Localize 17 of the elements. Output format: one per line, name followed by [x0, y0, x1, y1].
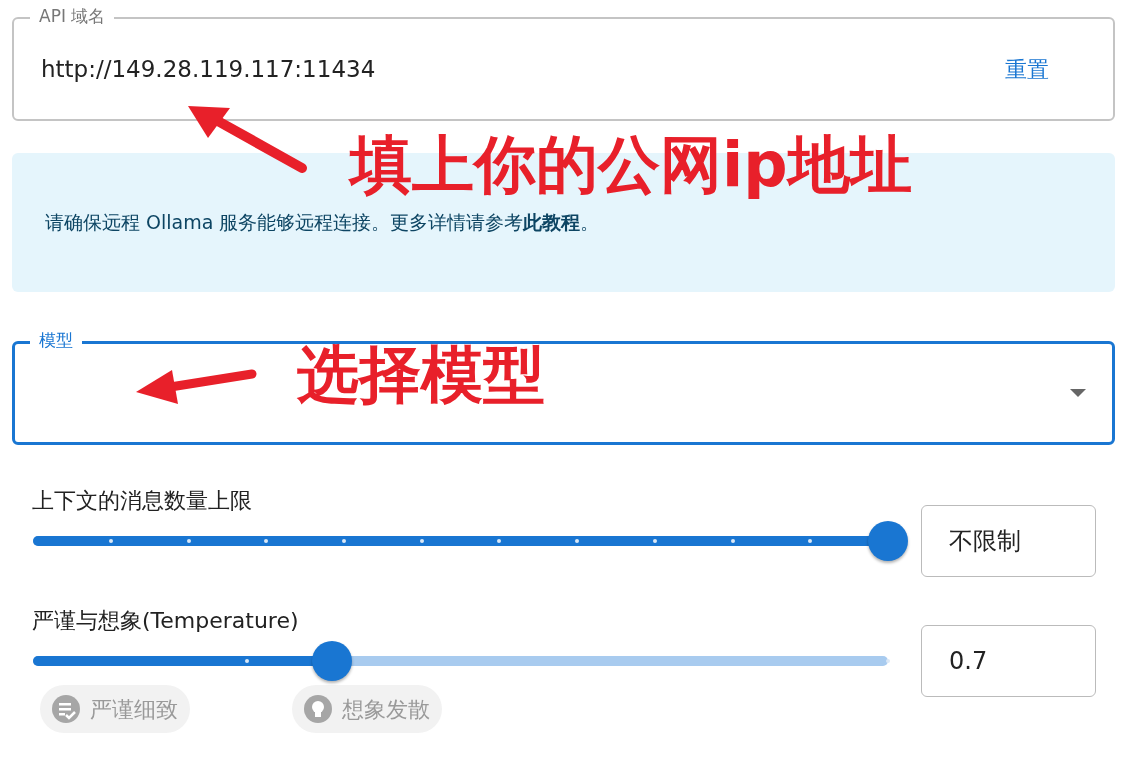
checklist-icon — [52, 695, 80, 723]
info-text: 请确保远程 Ollama 服务能够远程连接。更多详情请参考此教程。 — [45, 210, 600, 236]
field-label: 模型 — [30, 332, 82, 349]
preset-chip[interactable]: 严谨细致 — [40, 685, 190, 733]
reset-button[interactable]: 重置 — [1005, 52, 1049, 86]
annotation-text: 选择模型 — [297, 344, 545, 406]
slider-thumb[interactable] — [312, 641, 353, 681]
slider-value-field[interactable]: 0.7 — [921, 625, 1096, 697]
slider-label: 上下文的消息数量上限 — [32, 490, 253, 514]
field-value: http://149.28.119.117:11434 — [41, 54, 376, 84]
slider-thumb[interactable] — [868, 521, 908, 561]
field-label: API 域名 — [30, 8, 115, 25]
dropdown-caret-icon — [1070, 389, 1086, 397]
preset-chip[interactable]: 想象发散 — [292, 685, 442, 733]
slider-label: 严谨与想象(Temperature) — [32, 610, 300, 634]
lightbulb-icon — [304, 695, 332, 723]
slider-value-field[interactable]: 不限制 — [921, 505, 1096, 577]
